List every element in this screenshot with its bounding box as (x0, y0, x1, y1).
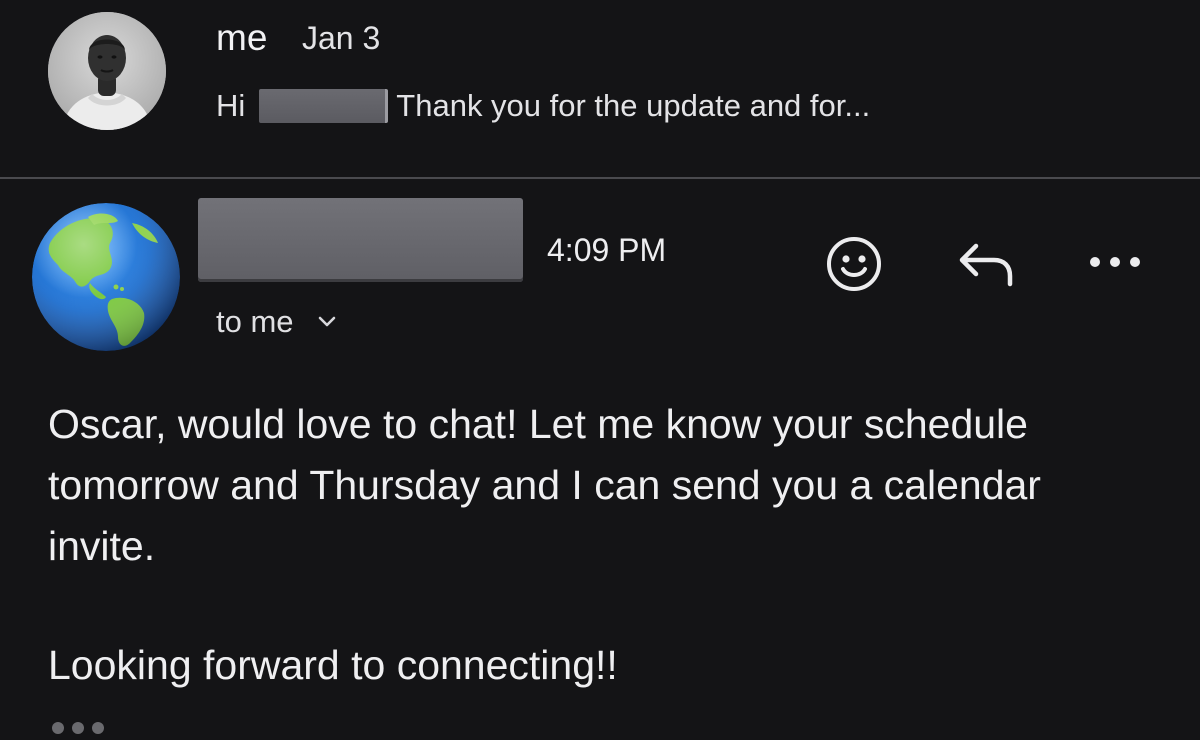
show-trimmed-content-button[interactable] (52, 722, 104, 734)
more-options-button[interactable] (1084, 244, 1146, 280)
sender-avatar (32, 203, 180, 351)
smiley-face-icon (827, 237, 881, 291)
message-time: 4:09 PM (547, 232, 667, 268)
reply-button[interactable] (954, 236, 1018, 292)
avatar (48, 12, 166, 130)
recipient-label: to me (216, 304, 294, 339)
add-reaction-button[interactable] (824, 234, 884, 294)
sender-name: me (216, 17, 268, 58)
chevron-down-icon (318, 316, 335, 327)
more-horizontal-icon (1090, 257, 1140, 267)
snippet-text: Thank you for the update and for... (396, 88, 871, 123)
collapsed-message[interactable]: me Jan 3 Hi Thank you for the update and… (0, 0, 1200, 177)
trimmed-dot (52, 722, 64, 734)
message-body: Oscar, would love to chat! Let me know y… (48, 394, 1158, 696)
message-snippet: Hi Thank you for the update and for... (216, 86, 870, 126)
trimmed-dot (92, 722, 104, 734)
body-paragraph: Looking forward to connecting!! (48, 642, 618, 688)
reply-arrow-icon (959, 243, 1013, 287)
snippet-greeting: Hi (216, 88, 246, 123)
body-paragraph: Oscar, would love to chat! Let me know y… (48, 401, 1041, 569)
message-divider (0, 177, 1200, 179)
message-date: Jan 3 (302, 20, 381, 56)
recipient-details-toggle[interactable]: to me (216, 302, 336, 342)
redaction-block (259, 89, 389, 123)
sender-name-redacted (198, 198, 523, 282)
trimmed-dot (72, 722, 84, 734)
